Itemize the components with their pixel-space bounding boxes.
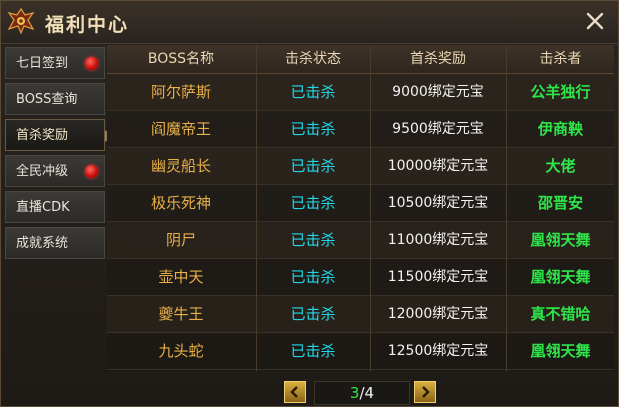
kill-status: 已击杀 [290,268,336,286]
killer-name: 凰翎天舞 [530,268,591,286]
sidebar-item-achievements[interactable]: 成就系统 [5,227,105,259]
kill-status: 已击杀 [290,157,336,175]
table-row: 阎魔帝王 已击杀 9500绑定元宝 伊商鞅 [107,111,614,148]
boss-name: 阿尔萨斯 [150,83,211,101]
column-header-reward: 首杀奖励 [410,51,466,67]
first-kill-reward: 9000绑定元宝 [392,84,484,100]
first-kill-reward: 10500绑定元宝 [387,195,489,211]
column-header-status: 击杀状态 [285,51,341,67]
kill-status: 已击杀 [290,231,336,249]
column-divider [370,45,371,371]
table-row: 极乐死神 已击杀 10500绑定元宝 邵晋安 [107,185,614,222]
column-header-boss: BOSS名称 [147,51,215,67]
column-divider [256,45,257,371]
kill-status: 已击杀 [290,194,336,212]
table-row: 壶中天 已击杀 11500绑定元宝 凰翎天舞 [107,259,614,296]
killer-name: 凰翎天舞 [530,342,591,360]
sidebar-item-boss-query[interactable]: BOSS查询 [5,83,105,115]
table-row: 九头蛇 已击杀 12500绑定元宝 凰翎天舞 [107,333,614,370]
table-row: 幽灵船长 已击杀 10000绑定元宝 大佬 [107,148,614,185]
table-row: 夔牛王 已击杀 12000绑定元宝 真不错哈 [107,296,614,333]
prev-page-button[interactable] [284,381,306,403]
boss-name: 幽灵船长 [150,157,211,175]
boss-name: 极乐死神 [150,194,211,212]
boss-name: 九头蛇 [158,342,204,360]
first-kill-reward: 11500绑定元宝 [387,269,489,285]
sidebar-item-label: 直播CDK [16,200,70,215]
column-divider [506,45,507,371]
boss-name: 壶中天 [158,268,204,286]
red-dot-notification-icon [85,165,98,178]
chevron-left-icon [290,386,298,398]
close-icon[interactable] [584,10,606,32]
table-row: 阴尸 已击杀 11000绑定元宝 凰翎天舞 [107,222,614,259]
red-dot-notification-icon [85,57,98,70]
sidebar: 七日签到 BOSS查询 首杀奖励 全民冲级 直播CDK 成就系统 [5,47,112,259]
killer-name: 大佬 [545,157,576,175]
welfare-center-window: 福利中心 七日签到 BOSS查询 首杀奖励 全民冲级 直播CDK 成就系统 BO… [0,0,619,407]
sidebar-item-level-rush[interactable]: 全民冲级 [5,155,105,187]
boss-name: 夔牛王 [158,305,204,323]
sidebar-item-live-cdk[interactable]: 直播CDK [5,191,105,223]
killer-name: 公羊独行 [530,83,591,101]
sidebar-item-label: 七日签到 [16,56,69,71]
kill-status: 已击杀 [290,120,336,138]
first-kill-reward: 9500绑定元宝 [392,121,484,137]
killer-name: 邵晋安 [537,194,583,212]
sidebar-item-seven-day-checkin[interactable]: 七日签到 [5,47,105,79]
first-kill-reward: 11000绑定元宝 [387,232,489,248]
sidebar-item-label: BOSS查询 [16,92,78,107]
title-bar: 福利中心 [1,1,618,44]
killer-name: 伊商鞅 [537,120,583,138]
sidebar-item-label: 全民冲级 [16,164,69,179]
window-title: 福利中心 [45,14,130,36]
sidebar-item-label: 首杀奖励 [16,128,69,143]
column-header-killer: 击杀者 [539,51,582,67]
first-kill-reward: 10000绑定元宝 [387,158,489,174]
first-kill-reward: 12000绑定元宝 [387,306,489,322]
table-header: BOSS名称 击杀状态 首杀奖励 击杀者 [107,45,614,74]
boss-name: 阴尸 [165,231,196,249]
first-kill-reward: 12500绑定元宝 [387,343,489,359]
total-pages: 4 [364,384,375,402]
boss-name: 阎魔帝王 [150,120,211,138]
page-indicator: 3/4 [314,381,410,405]
pagination: 3/4 [284,381,440,405]
next-page-button[interactable] [414,381,436,403]
first-kill-table: BOSS名称 击杀状态 首杀奖励 击杀者 阿尔萨斯 已击杀 9000绑定元宝 公… [107,45,614,371]
dragon-emblem-icon [7,7,35,35]
kill-status: 已击杀 [290,83,336,101]
sidebar-item-label: 成就系统 [16,236,69,251]
sidebar-item-first-kill-reward[interactable]: 首杀奖励 [5,119,112,151]
chevron-right-icon [422,386,430,398]
table-row: 阿尔萨斯 已击杀 9000绑定元宝 公羊独行 [107,74,614,111]
killer-name: 真不错哈 [530,305,591,323]
kill-status: 已击杀 [290,342,336,360]
kill-status: 已击杀 [290,305,336,323]
killer-name: 凰翎天舞 [530,231,591,249]
